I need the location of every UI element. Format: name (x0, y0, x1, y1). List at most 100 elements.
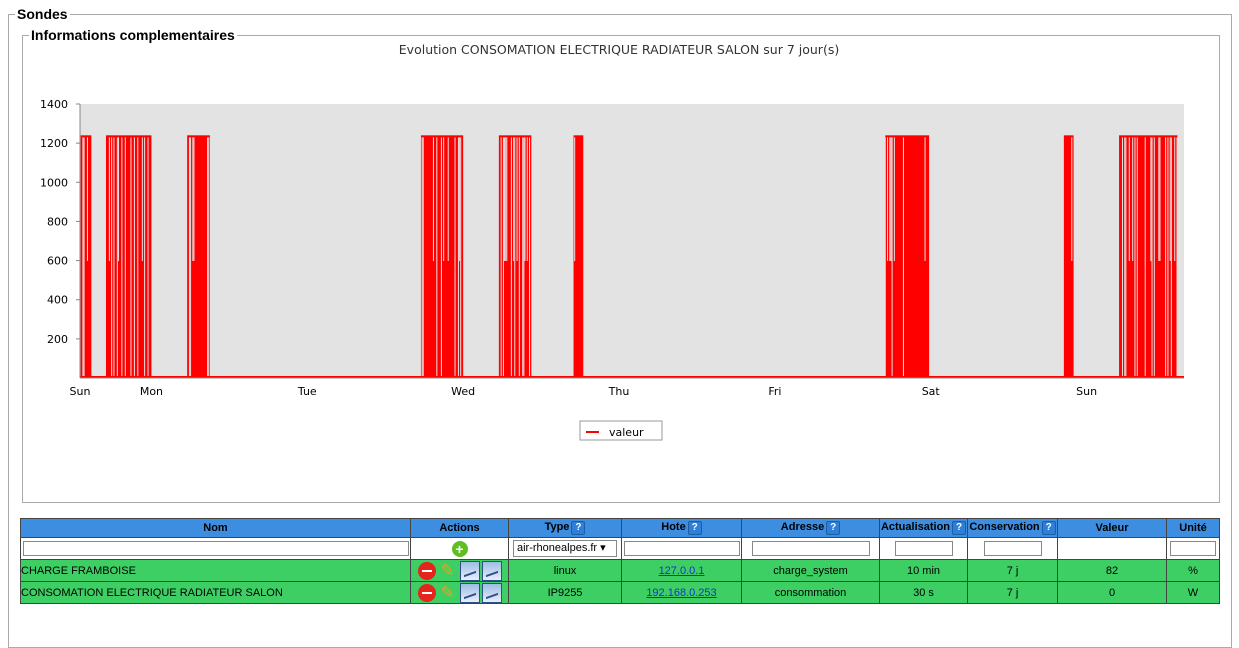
series-active-block (1119, 135, 1178, 378)
header-actualisation-label: Actualisation (880, 521, 951, 533)
header-conservation[interactable]: Conservation? (967, 518, 1058, 538)
cell-unite: % (1166, 559, 1220, 582)
add-circle-icon[interactable]: + (451, 540, 468, 557)
header-valeur: Valeur (1057, 518, 1167, 538)
header-nom-label: Nom (203, 522, 228, 534)
x-tick-label: Fri (768, 385, 781, 398)
y-tick-label: 600 (47, 255, 68, 268)
cell-nom: CONSOMATION ELECTRIQUE RADIATEUR SALON (20, 581, 411, 604)
cell-actions: ✎ (410, 581, 509, 604)
graph-icon[interactable] (481, 560, 502, 581)
cell-conservation: 7 j (967, 559, 1058, 582)
type-select[interactable]: air-rhonealpes.fr ▾ (513, 540, 617, 557)
cell-adresse: consommation (741, 581, 880, 604)
x-tick-label: Sun (70, 385, 91, 398)
table-row: CHARGE FRAMBOISE ✎ linux 127.0.0.1 charg… (20, 559, 1220, 582)
header-hote[interactable]: Hote? (621, 518, 742, 538)
header-actualisation[interactable]: Actualisation? (879, 518, 968, 538)
host-link[interactable]: 192.168.0.253 (646, 587, 716, 599)
new-hote-input[interactable] (623, 541, 740, 556)
graph-icon[interactable] (481, 582, 502, 603)
header-type[interactable]: Type? (508, 518, 622, 538)
consumption-chart: Evolution CONSOMATION ELECTRIQUE RADIATE… (40, 42, 1184, 441)
help-icon[interactable]: ? (826, 521, 841, 535)
chart-legend: valeur (579, 420, 663, 441)
graph-icon[interactable] (459, 582, 480, 603)
x-axis: Sun Mon Tue Wed Thu Fri Sat Sun (70, 377, 1184, 398)
cell-valeur: 82 (1057, 559, 1167, 582)
x-tick-label: Wed (451, 385, 475, 398)
header-valeur-label: Valeur (1095, 522, 1129, 534)
sondes-legend: Sondes (17, 6, 68, 22)
cell-actualisation: 30 s (879, 581, 968, 604)
new-adresse-input[interactable] (751, 541, 870, 556)
x-tick-label: Tue (297, 385, 317, 398)
new-nom-input[interactable] (22, 541, 409, 556)
plot-area (80, 104, 1184, 378)
header-nom[interactable]: Nom (20, 518, 411, 538)
header-actions: Actions (410, 518, 509, 538)
header-hote-label: Hote (661, 521, 686, 533)
table-header-row: Nom Actions Type? Hote? Adresse? Actuali… (20, 518, 1220, 538)
header-unite: Unité (1166, 518, 1220, 538)
header-adresse[interactable]: Adresse? (741, 518, 880, 538)
new-valeur-cell (1057, 537, 1167, 560)
header-conservation-label: Conservation (969, 521, 1040, 533)
x-tick-label: Mon (140, 385, 163, 398)
probes-table: Nom Actions Type? Hote? Adresse? Actuali… (20, 518, 1220, 604)
y-tick-label: 1400 (40, 98, 68, 111)
type-select-value: air-rhonealpes.fr (517, 542, 598, 554)
header-type-label: Type (544, 521, 570, 533)
cell-adresse: charge_system (741, 559, 880, 582)
header-actions-label: Actions (439, 522, 480, 534)
new-actions-cell: + (410, 537, 509, 560)
cell-hote: 192.168.0.253 (621, 581, 742, 604)
new-probe-row: + air-rhonealpes.fr ▾ (20, 537, 1220, 560)
table-row: CONSOMATION ELECTRIQUE RADIATEUR SALON ✎… (20, 581, 1220, 604)
cell-type: linux (508, 559, 622, 582)
header-adresse-label: Adresse (780, 521, 825, 533)
y-tick-label: 200 (47, 333, 68, 346)
new-actualisation-input[interactable] (894, 541, 953, 556)
x-tick-label: Sun (1076, 385, 1097, 398)
cell-unite: W (1166, 581, 1220, 604)
new-hote-cell (621, 537, 742, 560)
help-icon[interactable]: ? (571, 521, 586, 535)
host-link[interactable]: 127.0.0.1 (659, 565, 705, 577)
y-tick-label: 1200 (40, 137, 68, 150)
new-unite-cell (1166, 537, 1220, 560)
cell-actualisation: 10 min (879, 559, 968, 582)
new-conservation-cell (967, 537, 1058, 560)
y-tick-label: 400 (47, 294, 68, 307)
new-actualisation-cell (879, 537, 968, 560)
x-tick-label: Thu (608, 385, 630, 398)
x-tick-label: Sat (922, 385, 941, 398)
delete-icon[interactable] (417, 561, 436, 580)
new-type-cell: air-rhonealpes.fr ▾ (508, 537, 622, 560)
series-active-block (80, 135, 92, 378)
new-adresse-cell (741, 537, 880, 560)
help-icon[interactable]: ? (952, 521, 967, 535)
y-tick-label: 800 (47, 215, 68, 228)
legend-label-valeur: valeur (609, 426, 644, 439)
cell-conservation: 7 j (967, 581, 1058, 604)
cell-actions: ✎ (410, 559, 509, 582)
new-conservation-input[interactable] (983, 541, 1042, 556)
help-icon[interactable]: ? (1041, 521, 1056, 535)
cell-valeur: 0 (1057, 581, 1167, 604)
pencil-icon[interactable]: ✎ (438, 561, 458, 581)
y-tick-label: 1000 (40, 176, 68, 189)
series-active-block (420, 135, 464, 378)
cell-hote: 127.0.0.1 (621, 559, 742, 582)
pencil-icon[interactable]: ✎ (438, 583, 458, 603)
header-unite-label: Unité (1179, 522, 1207, 534)
chart-title: Evolution CONSOMATION ELECTRIQUE RADIATE… (399, 42, 839, 57)
cell-nom: CHARGE FRAMBOISE (20, 559, 411, 582)
y-axis: 200 400 600 800 1000 1200 1400 (40, 98, 81, 378)
graph-icon[interactable] (459, 560, 480, 581)
delete-icon[interactable] (417, 583, 436, 602)
help-icon[interactable]: ? (687, 521, 702, 535)
new-unite-input[interactable] (1170, 541, 1216, 556)
cell-type: IP9255 (508, 581, 622, 604)
new-nom-cell (20, 537, 411, 560)
